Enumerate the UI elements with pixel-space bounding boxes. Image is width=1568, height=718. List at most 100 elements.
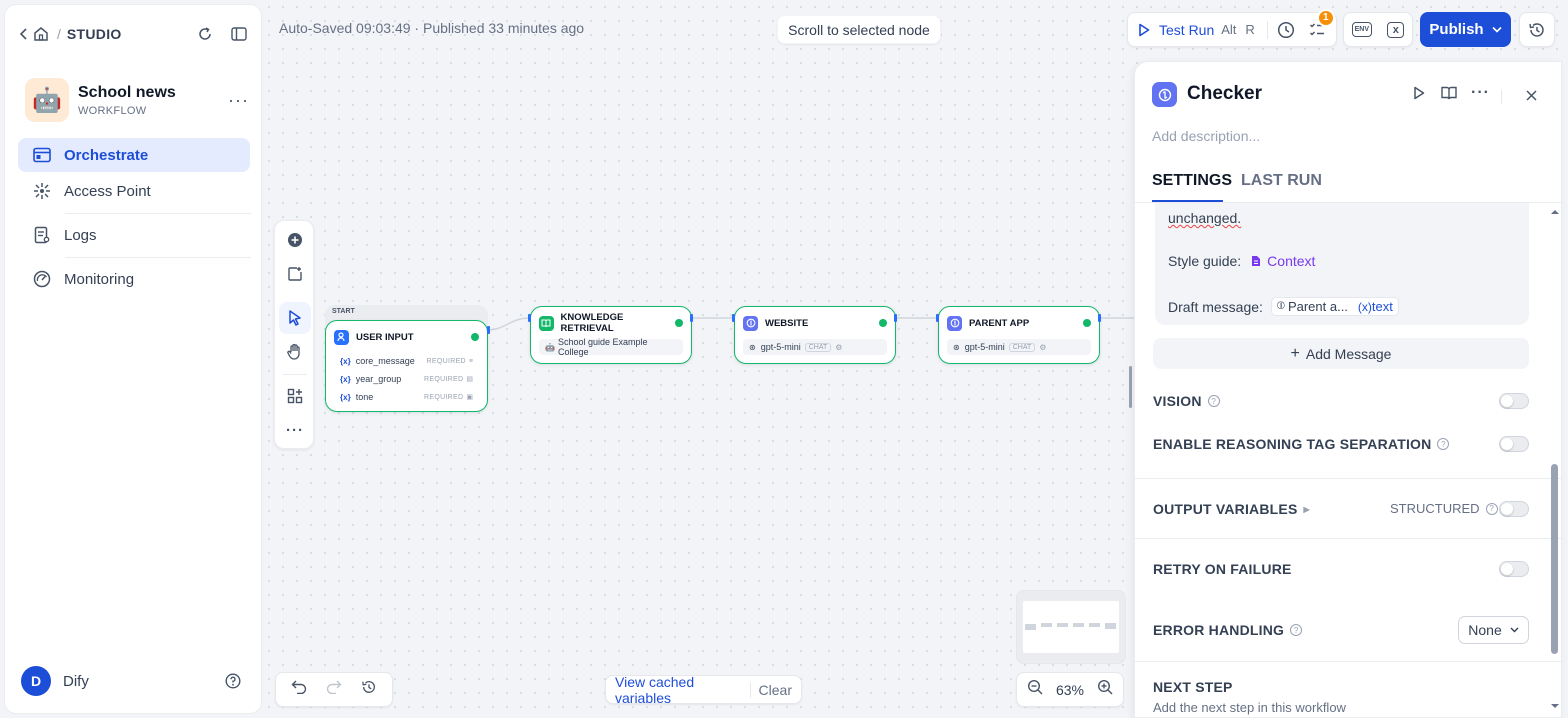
error-handling-select[interactable]: None [1458, 616, 1529, 644]
tab-last-run[interactable]: LAST RUN [1241, 172, 1322, 190]
help-icon: ? [1437, 438, 1450, 450]
prompt-editor[interactable]: unchanged. Style guide: Context Draft me… [1155, 203, 1529, 325]
caret-right-icon: ▶ [1303, 504, 1310, 514]
conversation-variables-icon[interactable]: x [1387, 21, 1405, 38]
divider [749, 681, 751, 698]
variable-row: {x} year_group REQUIRED ▤ [340, 374, 473, 384]
vision-label: VISION? [1153, 393, 1220, 409]
node-handle[interactable] [528, 314, 531, 322]
minimap-node [1057, 623, 1068, 627]
output-variables-toggle[interactable]: OUTPUT VARIABLES ▶ [1153, 501, 1310, 517]
vision-toggle[interactable] [1499, 393, 1529, 409]
view-cached-variables-link[interactable]: View cached variables [615, 674, 742, 706]
zoom-in-icon[interactable] [1097, 679, 1113, 700]
node-title: USER INPUT [356, 331, 414, 343]
minimap-node [1041, 623, 1052, 627]
node-handle[interactable] [936, 314, 939, 322]
spellcheck-mark [1167, 203, 1477, 204]
node-title: WEBSITE [765, 317, 809, 329]
history-icon[interactable] [361, 679, 377, 700]
zoom-out-icon[interactable] [1027, 679, 1043, 700]
success-icon [471, 333, 479, 341]
panel-title[interactable]: Checker [1187, 83, 1262, 105]
minimap-node [1089, 623, 1100, 627]
variable-chip[interactable]: ⦶ Parent a... (x) text [1270, 297, 1399, 316]
reasoning-label: ENABLE REASONING TAG SEPARATION? [1153, 436, 1450, 452]
success-icon [1083, 319, 1091, 327]
test-run-button[interactable]: Test Run Alt R [1138, 22, 1255, 38]
knowledge-icon [539, 315, 554, 331]
chevron-down-icon [1510, 627, 1519, 633]
scrollbar-thumb[interactable] [1551, 464, 1558, 654]
env-button[interactable]: ENV [1351, 22, 1373, 37]
undo-icon[interactable] [291, 680, 307, 699]
add-message-button[interactable]: + Add Message [1153, 338, 1529, 369]
node-settings-panel: Checker ··· Add description... SETTINGS … [1134, 61, 1562, 718]
scroll-up-icon [1551, 210, 1559, 214]
prompt-draft-label: Draft message: [1168, 298, 1263, 315]
success-icon [675, 319, 683, 327]
prompt-style-label: Style guide: [1168, 253, 1242, 269]
plus-icon: + [1290, 344, 1300, 362]
scroll-down-icon [1551, 704, 1559, 708]
user-input-icon [334, 329, 349, 345]
minimap-node [1105, 623, 1116, 629]
divider [1135, 661, 1561, 662]
node-handle[interactable] [1098, 314, 1101, 322]
notification-badge: 1 [1316, 8, 1335, 27]
close-icon[interactable] [1526, 88, 1537, 106]
checklist-icon[interactable]: 1 [1309, 8, 1335, 38]
minimap-node [1025, 624, 1036, 630]
tab-settings[interactable]: SETTINGS [1152, 172, 1232, 190]
divider [1135, 538, 1561, 539]
zoom-controls: 63% [1016, 672, 1124, 707]
minimap-node [1073, 623, 1084, 627]
zoom-level[interactable]: 63% [1056, 682, 1084, 698]
node-handle[interactable] [487, 326, 490, 334]
scrollbar[interactable] [1549, 206, 1561, 717]
run-node-icon[interactable] [1413, 86, 1425, 105]
version-history-button[interactable] [1519, 12, 1555, 47]
llm-icon [743, 315, 758, 331]
structured-toggle[interactable] [1499, 501, 1529, 517]
docs-book-icon[interactable] [1441, 86, 1457, 105]
panel-resize-handle[interactable] [1129, 366, 1132, 408]
error-handling-label: ERROR HANDLING? [1153, 622, 1303, 638]
history-controls [275, 672, 393, 707]
llm-icon [1152, 82, 1177, 107]
retry-toggle[interactable] [1499, 561, 1529, 577]
node-user-input[interactable]: USER INPUT {x} core_message REQUIRED ≡ {x} y… [325, 320, 488, 412]
reasoning-toggle[interactable] [1499, 436, 1529, 452]
minimap[interactable] [1016, 590, 1126, 664]
llm-icon: ⦶ [1276, 300, 1285, 312]
description-input[interactable]: Add description... [1152, 128, 1260, 144]
clear-button[interactable]: Clear [759, 682, 792, 698]
history-icon [1529, 22, 1544, 37]
minimap-viewport [1023, 601, 1119, 653]
variable-row: {x} core_message REQUIRED ≡ [340, 356, 473, 366]
cached-variables-bar: View cached variables Clear [605, 674, 802, 706]
node-knowledge-retrieval[interactable]: KNOWLEDGE RETRIEVAL 🤖 School guide Exampl… [530, 306, 692, 364]
divider [1266, 20, 1268, 39]
node-title: PARENT APP [969, 317, 1030, 329]
more-options-icon[interactable]: ··· [1471, 84, 1490, 102]
run-toolbar: Test Run Alt R 1 [1127, 8, 1337, 47]
help-icon: ? [1485, 502, 1498, 515]
divider [1135, 478, 1561, 479]
model-row: ⊛ gpt-5-mini CHAT ⚙ [947, 339, 1091, 355]
node-handle[interactable] [690, 314, 693, 322]
node-handle[interactable] [732, 314, 735, 322]
help-icon: ? [1207, 395, 1220, 407]
structured-label: STRUCTURED? [1390, 501, 1498, 516]
context-chip[interactable]: Context [1251, 253, 1315, 269]
node-parent-app[interactable]: PARENT APP ⊛ gpt-5-mini CHAT ⚙ [938, 306, 1100, 364]
node-handle[interactable] [894, 314, 897, 322]
redo-icon[interactable] [326, 680, 342, 699]
node-website[interactable]: WEBSITE ⊛ gpt-5-mini CHAT ⚙ [734, 306, 896, 364]
env-toolbar: ENV x [1343, 12, 1413, 47]
checklist-clock-icon[interactable] [1277, 21, 1295, 39]
model-row: ⊛ gpt-5-mini CHAT ⚙ [743, 339, 887, 355]
context-file-icon [1252, 256, 1261, 266]
publish-button[interactable]: Publish [1420, 12, 1511, 47]
play-icon [1139, 23, 1150, 36]
